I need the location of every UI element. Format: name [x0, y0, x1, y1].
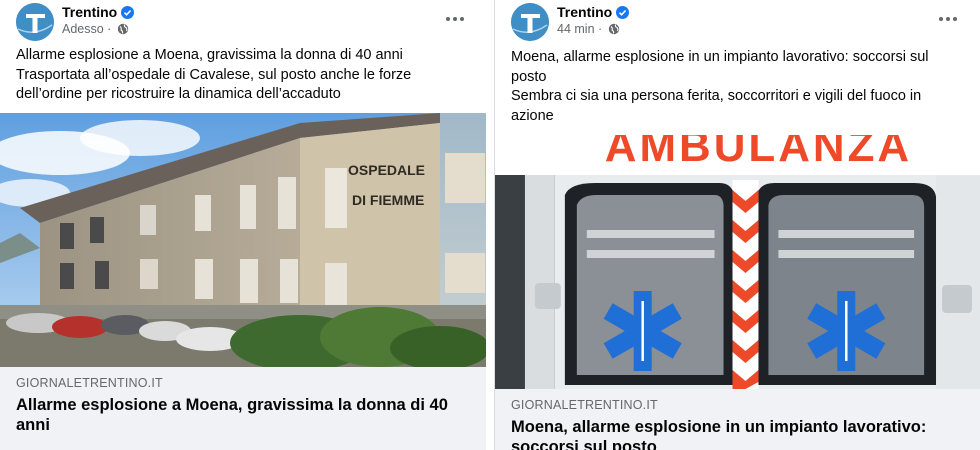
page-name[interactable]: Trentino	[557, 4, 612, 20]
link-image-ambulance[interactable]: AMBULANZA	[495, 135, 980, 389]
page-name[interactable]: Trentino	[62, 4, 117, 20]
image-text: DI FIEMME	[352, 192, 424, 208]
trentino-logo-icon	[511, 3, 549, 41]
image-text: OSPEDALE	[348, 162, 425, 178]
verified-badge-icon	[121, 6, 135, 19]
image-text: AMBULANZA	[605, 135, 912, 171]
link-title-line: anni	[16, 416, 50, 434]
feed-post-left: Trentino Adesso · Allarme esplosione a M…	[0, 0, 486, 450]
page-avatar[interactable]	[511, 3, 549, 41]
verified-badge-icon	[616, 6, 630, 19]
post-meta: 44 min ·	[557, 22, 620, 36]
more-options-button[interactable]	[933, 7, 963, 31]
link-title-line: Moena, allarme esplosione in un impianto…	[511, 418, 927, 436]
trentino-logo-icon	[16, 3, 54, 41]
more-options-icon	[446, 17, 464, 21]
link-title-line: soccorsi sul posto	[511, 438, 657, 450]
post-text: Moena, allarme esplosione in un impianto…	[511, 48, 968, 126]
post-time[interactable]: 44 min	[557, 22, 595, 36]
link-title[interactable]: Moena, allarme esplosione in un impianto…	[511, 417, 964, 450]
link-title[interactable]: Allarme esplosione a Moena, gravissima l…	[16, 395, 470, 435]
link-domain: GIORNALETRENTINO.IT	[511, 398, 658, 412]
link-preview[interactable]: GIORNALETRENTINO.IT Moena, allarme esplo…	[495, 389, 980, 450]
page-name-row: Trentino	[557, 4, 630, 20]
feed-post-right: Trentino 44 min · Moena, allarme esplosi…	[494, 0, 980, 450]
link-preview[interactable]: GIORNALETRENTINO.IT Allarme esplosione a…	[0, 367, 486, 450]
post-text-line: Sembra ci sia una persona ferita, soccor…	[511, 88, 922, 104]
post-text-line: Trasportata all’ospedale di Cavalese, su…	[16, 66, 412, 83]
post-header: Trentino 44 min ·	[495, 0, 980, 44]
post-text-line: posto	[511, 68, 547, 85]
post-text-line: azione	[511, 107, 554, 124]
more-options-button[interactable]	[440, 7, 470, 31]
link-domain: GIORNALETRENTINO.IT	[16, 376, 163, 390]
post-text-line: dell’ordine per ricostruire la dinamica …	[16, 86, 341, 102]
globe-icon	[608, 23, 620, 35]
post-meta: Adesso ·	[62, 22, 129, 36]
more-options-icon	[939, 17, 957, 21]
link-image-hospital[interactable]: OSPEDALE DI FIEMME	[0, 113, 486, 367]
post-text-line: Allarme esplosione a Moena, gravissima l…	[16, 47, 403, 63]
link-title-line: Allarme esplosione a Moena, gravissima l…	[16, 396, 448, 414]
page-name-row: Trentino	[62, 4, 135, 20]
post-time[interactable]: Adesso	[62, 22, 104, 36]
post-text-line: Moena, allarme esplosione in un impianto…	[511, 49, 929, 65]
page-avatar[interactable]	[16, 3, 54, 41]
globe-icon	[117, 23, 129, 35]
post-header: Trentino Adesso ·	[0, 0, 486, 44]
post-text: Allarme esplosione a Moena, gravissima l…	[16, 46, 474, 105]
